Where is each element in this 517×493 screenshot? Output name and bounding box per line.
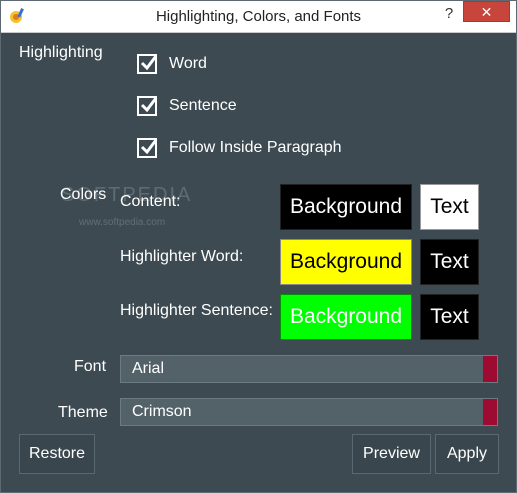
highlighter-word-background-swatch[interactable]: Background: [280, 239, 412, 285]
highlighting-label: Highlighting: [19, 44, 103, 61]
sentence-checkbox[interactable]: [137, 96, 158, 116]
highlighter-sentence-background-swatch[interactable]: Background: [280, 294, 412, 340]
dialog-window: Highlighting, Colors, and Fonts ? ✕ SOFT…: [0, 0, 517, 493]
sentence-label: Sentence: [169, 97, 237, 114]
checkmark-icon: [140, 97, 158, 113]
colors-label: Colors: [60, 186, 107, 203]
font-label: Font: [74, 358, 107, 375]
restore-button[interactable]: Restore: [19, 434, 95, 474]
window-title: Highlighting, Colors, and Fonts: [155, 8, 362, 25]
content-text-swatch[interactable]: Text: [420, 184, 479, 230]
highlighter-word-color-label: Highlighter Word:: [120, 248, 244, 265]
theme-label: Theme: [58, 404, 108, 421]
follow-inside-paragraph-checkbox[interactable]: [137, 138, 158, 158]
help-button[interactable]: ?: [440, 5, 458, 25]
title-bar: Highlighting, Colors, and Fonts ? ✕: [1, 1, 516, 33]
follow-inside-paragraph-label: Follow Inside Paragraph: [169, 139, 342, 156]
theme-select-value: Crimson: [132, 403, 192, 420]
checkmark-icon: [140, 139, 158, 155]
content-color-label: Content:: [120, 193, 181, 210]
highlighter-sentence-text-swatch[interactable]: Text: [420, 294, 479, 340]
checkmark-icon: [140, 55, 158, 71]
apply-button[interactable]: Apply: [435, 434, 499, 474]
theme-select-handle[interactable]: [483, 399, 497, 425]
highlighter-word-text-swatch[interactable]: Text: [420, 239, 479, 285]
preview-button[interactable]: Preview: [352, 434, 431, 474]
font-select-handle[interactable]: [483, 356, 497, 382]
highlighter-sentence-color-label: Highlighter Sentence:: [120, 302, 273, 319]
watermark-url: www.softpedia.com: [79, 217, 166, 228]
word-checkbox[interactable]: [137, 54, 158, 74]
close-button[interactable]: ✕: [463, 1, 510, 22]
theme-select[interactable]: Crimson: [120, 398, 498, 426]
content-background-swatch[interactable]: Background: [280, 184, 412, 230]
word-label: Word: [169, 55, 207, 72]
font-select[interactable]: Arial: [120, 355, 498, 383]
font-select-value: Arial: [132, 360, 165, 377]
